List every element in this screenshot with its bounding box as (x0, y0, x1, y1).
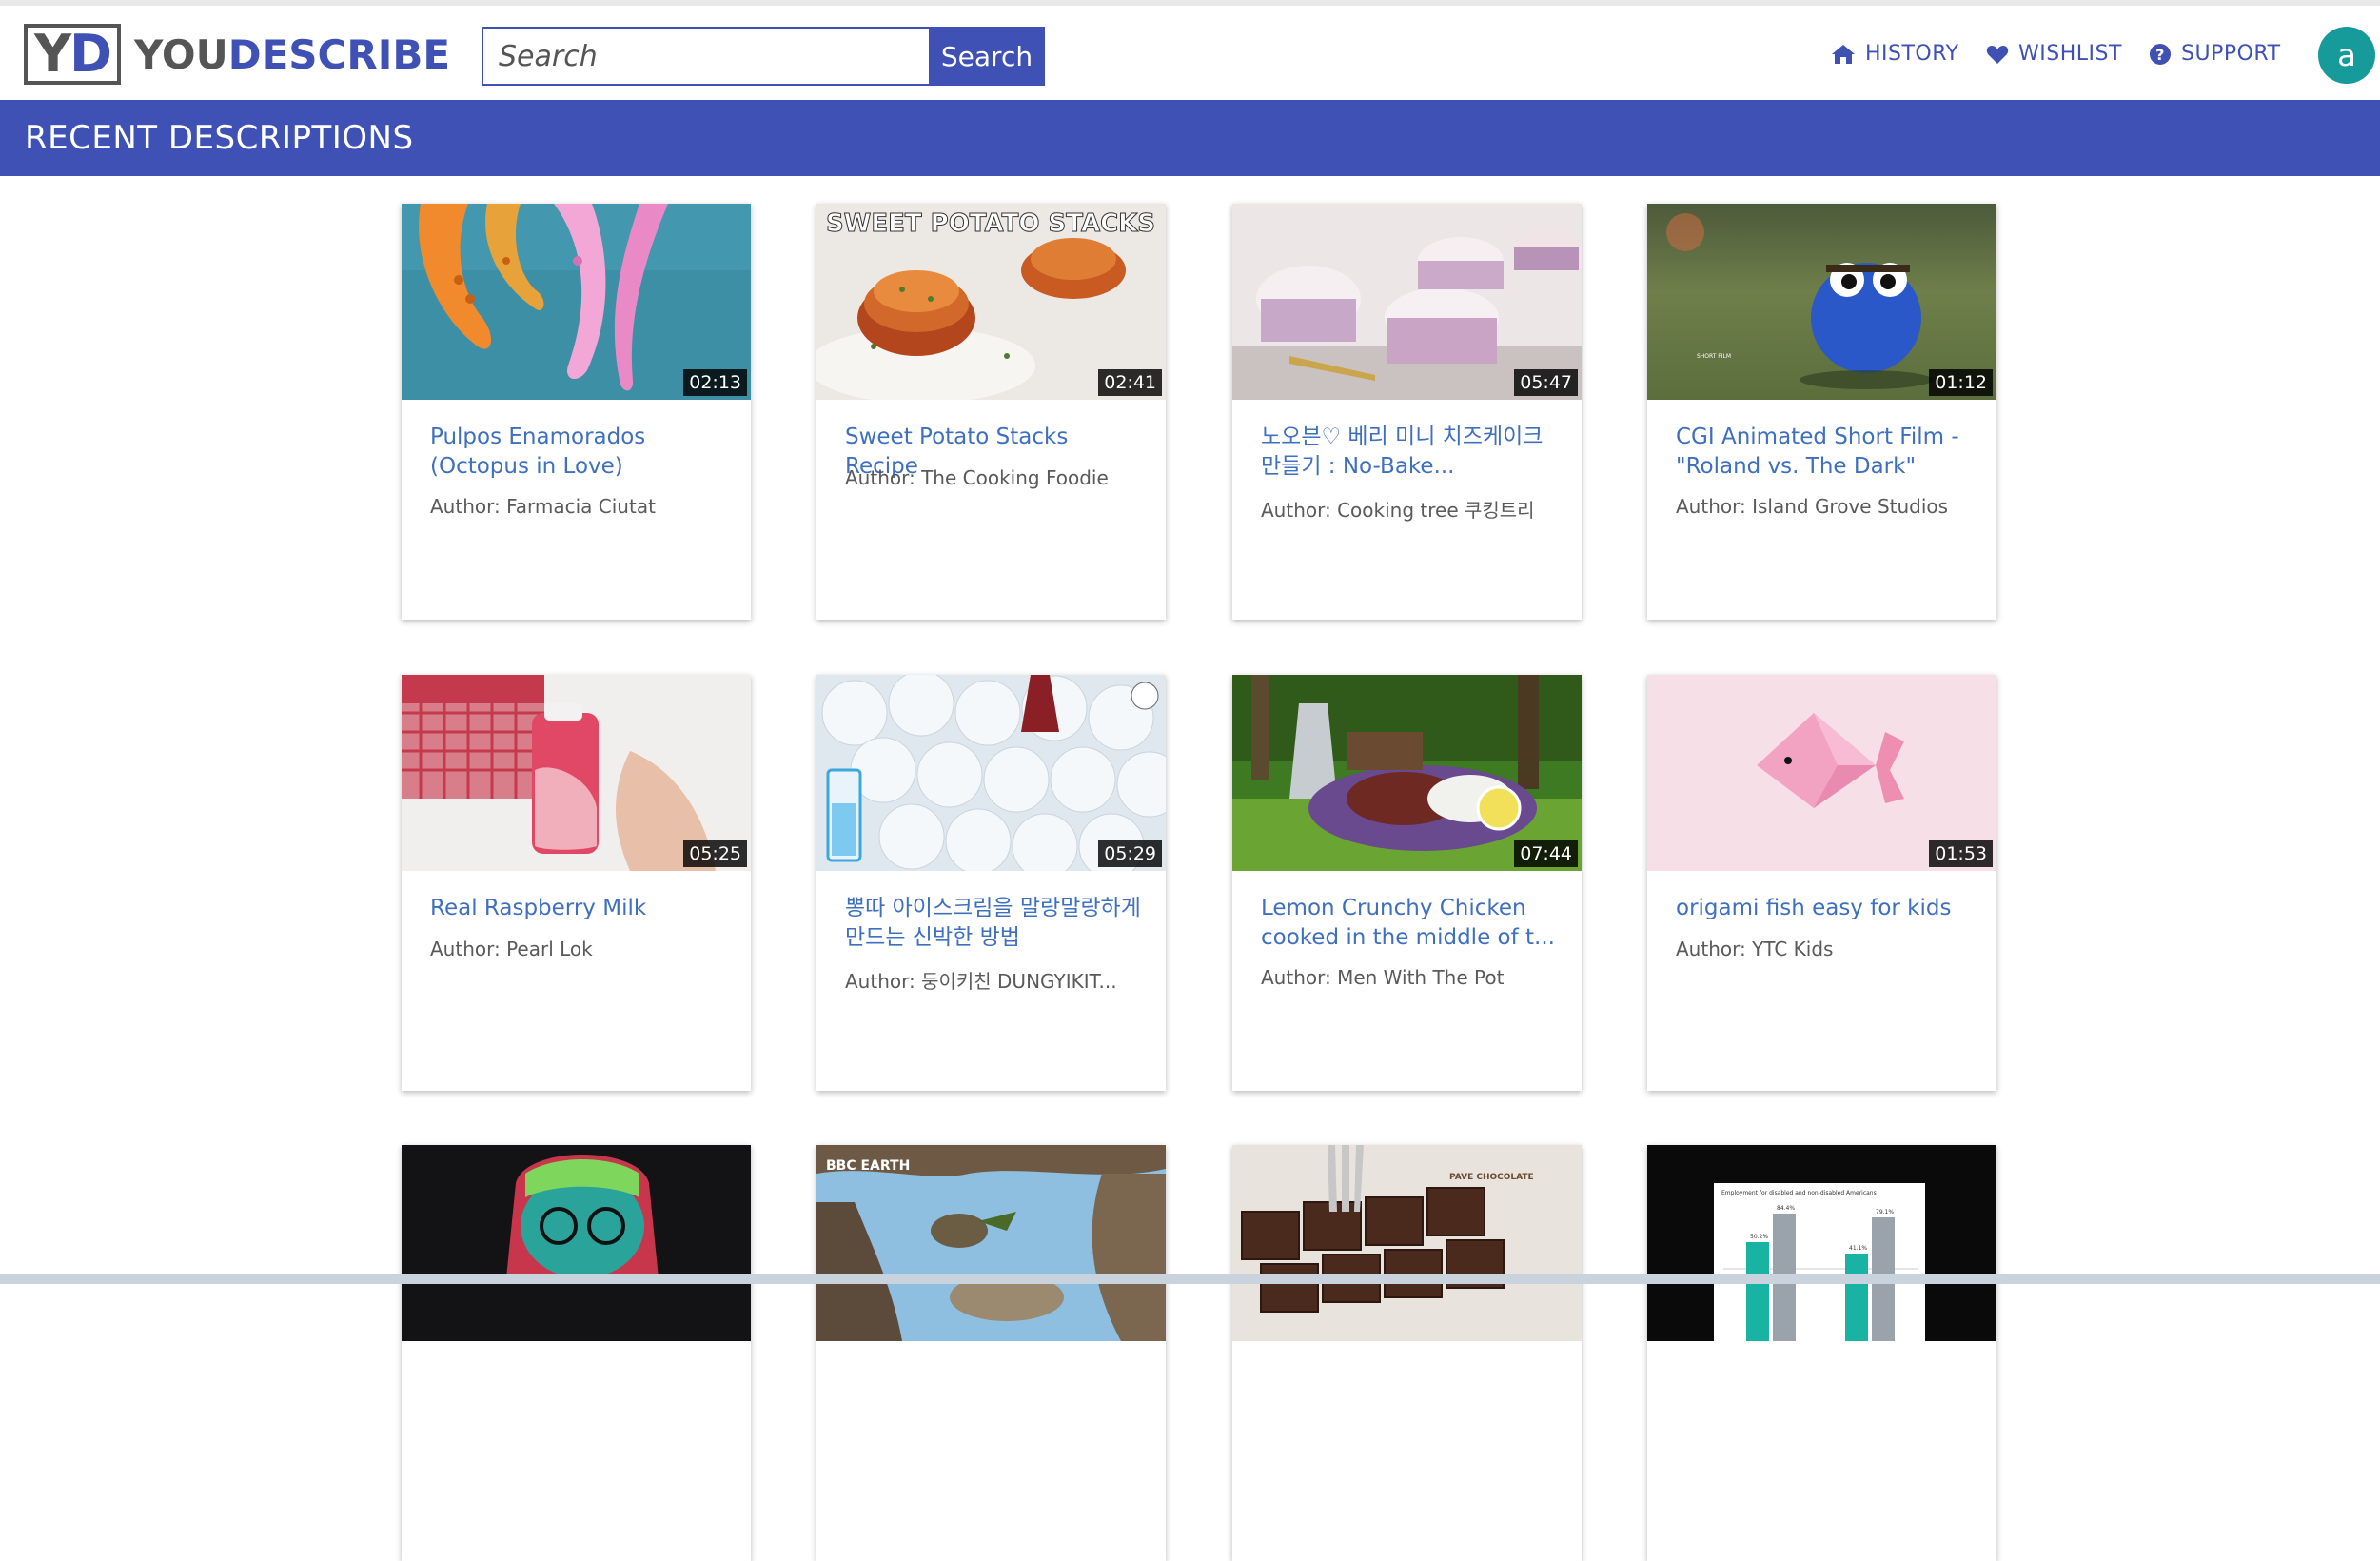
svg-text:SHORT FILM: SHORT FILM (1697, 353, 1731, 360)
video-title[interactable]: origami fish easy for kids (1676, 894, 1973, 923)
search-button[interactable]: Search (929, 27, 1045, 86)
chart-thumb-bar (1845, 1254, 1868, 1341)
search-input[interactable] (482, 27, 929, 86)
heart-icon (1986, 45, 2009, 64)
video-author: Author: YTC Kids (1676, 938, 1834, 960)
logo-mark-y: Y (34, 24, 71, 84)
video-author: Author: Men With The Pot (1261, 966, 1505, 989)
video-thumbnail[interactable]: SWEET POTATO STACKS 02:41 (816, 204, 1166, 400)
nav-history-label: HISTORY (1865, 42, 1959, 66)
video-card[interactable]: 07:44 Lemon Crunchy Chicken cooked in th… (1232, 675, 1582, 1091)
video-duration: 02:13 (683, 369, 747, 396)
video-card[interactable]: 05:29 뽕따 아이스크림을 말랑말랑하게 만드는 신박한 방법 Author… (816, 675, 1166, 1091)
video-thumbnail[interactable]: 01:53 (1647, 675, 1996, 871)
chart-thumb-bar-label: 41.1% (1849, 1245, 1867, 1252)
logo-word-you: YOU (134, 30, 228, 78)
video-author: Author: Farmacia Ciutat (430, 495, 656, 518)
video-thumbnail[interactable]: 05:29 (816, 675, 1166, 871)
video-author: Author: Cooking tree 쿠킹트리 (1261, 499, 1535, 522)
video-card[interactable]: SWEET POTATO STACKS 02:41 Sweet Potato S… (816, 204, 1166, 620)
video-title[interactable]: Real Raspberry Milk (430, 894, 727, 923)
chart-thumb-bar-label: 84.4% (1777, 1205, 1795, 1212)
logo-mark-d: D (69, 24, 112, 84)
nav-support-label: SUPPORT (2181, 42, 2281, 66)
video-card[interactable]: Employment for disabled and non-disabled… (1647, 1145, 1996, 1561)
video-duration: 01:53 (1929, 840, 1993, 867)
video-title[interactable]: Pulpos Enamorados (Octopus in Love) (430, 423, 727, 482)
chart-thumb-bar (1746, 1242, 1769, 1341)
video-author: Author: 둥이키친 DUNGYIKIT... (845, 970, 1117, 993)
section-banner: RECENT DESCRIPTIONS (0, 100, 2380, 176)
video-author: Author: The Cooking Foodie (845, 466, 1109, 489)
svg-text:?: ? (2155, 46, 2165, 64)
window-bottom-edge (0, 1274, 2380, 1284)
video-thumbnail[interactable]: 05:47 (1232, 204, 1582, 400)
video-card[interactable] (402, 1145, 751, 1561)
nav-history[interactable]: HISTORY (1831, 42, 1959, 66)
video-thumbnail[interactable]: SHORT FILM 01:12 (1647, 204, 1996, 400)
video-thumbnail[interactable]: PAVE CHOCOLATE (1232, 1145, 1582, 1341)
search-bar: Search (482, 27, 1045, 86)
video-author: Author: Island Grove Studios (1676, 495, 1949, 518)
video-card[interactable]: 01:53 origami fish easy for kids Author:… (1647, 675, 1996, 1091)
video-card[interactable]: 05:25 Real Raspberry Milk Author: Pearl … (402, 675, 751, 1091)
section-title: RECENT DESCRIPTIONS (25, 119, 414, 157)
top-navbar: YD YOUDESCRIBE Search HISTORY WISHLIST ?… (0, 6, 2380, 100)
chart-thumb-bar-label: 50.2% (1750, 1234, 1768, 1240)
video-card[interactable]: PAVE CHOCOLATE (1232, 1145, 1582, 1561)
video-duration: 01:12 (1929, 369, 1993, 396)
nav-wishlist-label: WISHLIST (2018, 42, 2122, 66)
video-author: Author: Pearl Lok (430, 938, 593, 960)
video-title[interactable]: Lemon Crunchy Chicken cooked in the midd… (1261, 894, 1558, 953)
logo-wordmark: YOUDESCRIBE (134, 31, 450, 78)
chart-thumb-bar-label: 79.1% (1876, 1209, 1894, 1215)
video-duration: 05:29 (1098, 840, 1162, 867)
nav-support[interactable]: ? SUPPORT (2149, 42, 2281, 66)
video-card[interactable]: SHORT FILM 01:12 CGI Animated Short Film… (1647, 204, 1996, 620)
thumbnail-caption: BBC EARTH (826, 1158, 910, 1174)
video-thumbnail[interactable] (402, 1145, 751, 1341)
video-duration: 02:41 (1098, 369, 1162, 396)
video-title[interactable]: 뽕따 아이스크림을 말랑말랑하게 만드는 신박한 방법 (845, 894, 1142, 953)
video-card[interactable]: 05:47 노오븐♡ 베리 미니 치즈케이크 만들기 : No-Bake... … (1232, 204, 1582, 620)
video-thumbnail[interactable]: Employment for disabled and non-disabled… (1647, 1145, 1996, 1341)
video-card[interactable]: BBC EARTH (816, 1145, 1166, 1561)
question-circle-icon: ? (2150, 43, 2171, 65)
logo-mark: YD (24, 24, 121, 85)
video-duration: 05:25 (683, 840, 747, 867)
video-thumbnail[interactable]: 05:25 (402, 675, 751, 871)
nav-wishlist[interactable]: WISHLIST (1986, 42, 2122, 66)
bbc-earth-logo: BBC EARTH (826, 1158, 910, 1174)
video-duration: 07:44 (1514, 840, 1578, 867)
thumbnail-caption: SWEET POTATO STACKS (826, 209, 1155, 238)
video-title[interactable]: 노오븐♡ 베리 미니 치즈케이크 만들기 : No-Bake... (1261, 423, 1558, 482)
video-duration: 05:47 (1514, 369, 1578, 396)
video-thumbnail[interactable]: 07:44 (1232, 675, 1582, 871)
video-card[interactable]: 02:13 Pulpos Enamorados (Octopus in Love… (402, 204, 751, 620)
video-thumbnail[interactable]: 02:13 (402, 204, 751, 400)
thumbnail-overlay-text: SWEET POTATO STACKS (825, 209, 1155, 239)
user-avatar[interactable]: a (2318, 27, 2375, 84)
chart-thumb-title: Employment for disabled and non-disabled… (1721, 1190, 1877, 1196)
thumbnail-caption: PAVE CHOCOLATE (1449, 1173, 1534, 1182)
logo-word-describe: DESCRIBE (227, 30, 451, 78)
video-title[interactable]: CGI Animated Short Film - "Roland vs. Th… (1676, 423, 1973, 482)
youdescribe-logo[interactable]: YD YOUDESCRIBE (24, 24, 450, 85)
thumbnail-overlay-text: PAVE CHOCOLATE (1449, 1173, 1534, 1182)
home-icon (1832, 44, 1855, 64)
video-thumbnail[interactable]: BBC EARTH (816, 1145, 1166, 1341)
